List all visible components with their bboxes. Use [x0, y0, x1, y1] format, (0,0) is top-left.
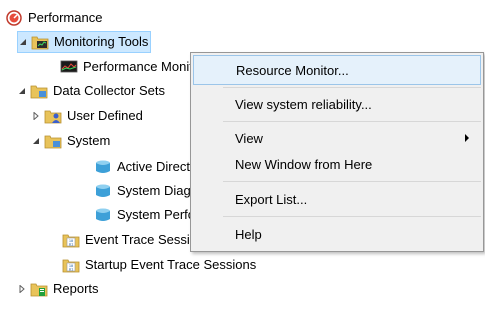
menu-item-label: Resource Monitor... [236, 62, 349, 78]
collector-set-icon [94, 182, 112, 200]
mmc-console-tree: Performance Monitoring Tools Performance… [0, 0, 485, 312]
monitor-graph-icon [60, 58, 78, 76]
expanded-arrow-icon[interactable] [17, 86, 27, 96]
menu-item-resource-monitor[interactable]: Resource Monitor... [193, 55, 481, 85]
menu-item-label: View [235, 130, 263, 146]
menu-item-export-list[interactable]: Export List... [193, 184, 481, 214]
tree-item-label: Data Collector Sets [53, 83, 165, 98]
menu-item-view-system-reliability[interactable]: View system reliability... [193, 89, 481, 119]
menu-item-label: View system reliability... [235, 96, 372, 112]
submenu-arrow-icon [465, 134, 469, 142]
tree-item-label: Reports [53, 281, 99, 296]
context-menu: Resource Monitor... View system reliabil… [190, 52, 484, 252]
tree-item-data-collector-sets[interactable]: Data Collector Sets [17, 80, 165, 102]
collapsed-arrow-icon[interactable] [31, 111, 41, 121]
folder-chart-icon [31, 33, 49, 51]
expanded-arrow-icon[interactable] [31, 136, 41, 146]
tree-item-startup-event-trace-sessions[interactable]: 10 01 Startup Event Trace Sessions [62, 254, 256, 276]
tree-item-reports[interactable]: Reports [17, 278, 99, 300]
folder-icon [30, 82, 48, 100]
tree-item-performance-monitor[interactable]: Performance Monitor [60, 56, 204, 78]
svg-text:01: 01 [69, 243, 73, 247]
collapsed-arrow-icon[interactable] [17, 284, 27, 294]
binary-folder-icon: 10 01 [62, 231, 80, 249]
collector-set-icon [94, 158, 112, 176]
tree-item-performance[interactable]: Performance [5, 7, 102, 29]
menu-item-label: New Window from Here [235, 156, 373, 172]
menu-item-label: Export List... [235, 191, 308, 207]
menu-separator [223, 181, 481, 182]
menu-separator [223, 216, 481, 217]
menu-separator [223, 87, 481, 88]
performance-icon [5, 9, 23, 27]
menu-item-label: Help [235, 226, 262, 242]
folder-report-icon [30, 280, 48, 298]
tree-item-label: Startup Event Trace Sessions [85, 257, 257, 272]
folder-user-icon [44, 107, 62, 125]
tree-item-label: User Defined [67, 108, 143, 123]
menu-item-new-window-from-here[interactable]: New Window from Here [193, 149, 481, 179]
menu-separator [223, 121, 481, 122]
expanded-arrow-icon[interactable] [18, 37, 28, 47]
tree-item-label: Monitoring Tools [54, 34, 149, 49]
collector-set-icon [94, 206, 112, 224]
tree-item-label: System [67, 133, 111, 148]
tree-item-monitoring-tools[interactable]: Monitoring Tools [17, 31, 152, 53]
tree-item-user-defined[interactable]: User Defined [31, 105, 143, 127]
menu-item-help[interactable]: Help [193, 219, 481, 249]
binary-folder-icon: 10 01 [62, 256, 80, 274]
tree-item-label: Performance Monitor [83, 59, 205, 74]
folder-icon [44, 132, 62, 150]
svg-text:01: 01 [69, 268, 73, 272]
tree-item-system[interactable]: System [31, 130, 110, 152]
tree-item-event-trace-sessions[interactable]: 10 01 Event Trace Sessions [62, 229, 211, 251]
tree-item-label: Performance [28, 10, 103, 25]
